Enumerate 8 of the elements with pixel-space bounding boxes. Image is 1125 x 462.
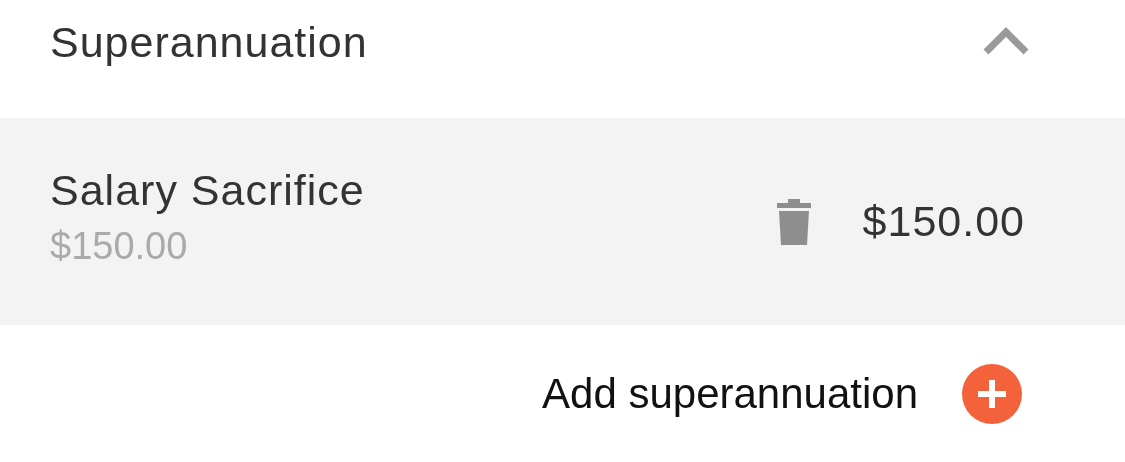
add-icon[interactable] — [962, 363, 1022, 424]
item-subtitle: $150.00 — [50, 224, 189, 268]
section-title: Superannuation — [50, 17, 368, 67]
trash-icon[interactable] — [776, 198, 811, 245]
item-amount: $150.00 — [862, 197, 1025, 246]
chevron-button[interactable] — [982, 26, 1030, 56]
item-name: Salary Sacrifice — [50, 165, 366, 215]
add-label[interactable]: Add superannuation — [542, 369, 918, 418]
